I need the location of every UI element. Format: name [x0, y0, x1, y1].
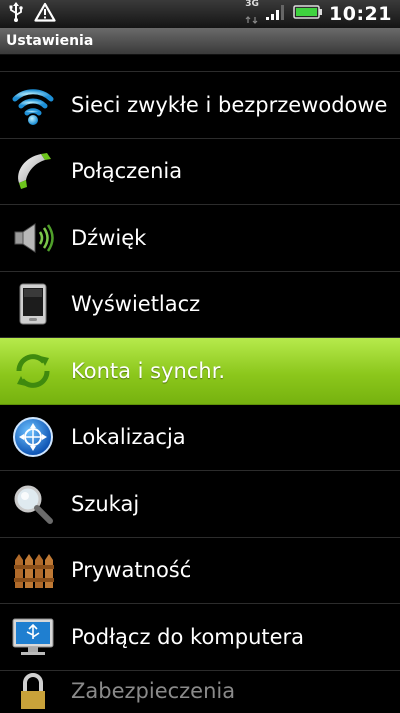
settings-item-security[interactable]: Zabezpieczenia [0, 671, 400, 711]
speaker-icon [11, 216, 55, 260]
network-type-label: 3G [245, 0, 259, 9]
settings-item-label: Szukaj [71, 491, 140, 516]
settings-list: Sieci zwykłe i bezprzewodowe Połączenia [0, 72, 400, 711]
settings-item-connect-to-pc[interactable]: Podłącz do komputera [0, 604, 400, 671]
display-phone-icon [11, 282, 55, 326]
settings-item-label: Wyświetlacz [71, 292, 201, 317]
page-title: Ustawienia [6, 33, 94, 49]
settings-item-location[interactable]: Lokalizacja [0, 405, 400, 471]
sync-icon [11, 349, 55, 393]
settings-item-privacy[interactable]: Prywatność [0, 538, 400, 604]
battery-icon [293, 4, 323, 24]
location-icon [11, 415, 55, 459]
magnifier-icon [11, 482, 55, 526]
settings-item-label: Dźwięk [71, 225, 147, 250]
computer-usb-icon [11, 615, 55, 659]
settings-item-label: Zabezpieczenia [71, 678, 236, 703]
settings-item-calls[interactable]: Połączenia [0, 139, 400, 205]
settings-item-label: Sieci zwykłe i bezprzewodowe [71, 92, 388, 117]
fence-icon [11, 548, 55, 592]
warning-icon [34, 2, 56, 26]
settings-item-label: Połączenia [71, 159, 183, 184]
signal-bars-icon [265, 3, 287, 25]
clock: 10:21 [329, 3, 392, 25]
settings-item-label: Lokalizacja [71, 425, 186, 450]
settings-item-label: Podłącz do komputera [71, 624, 305, 649]
settings-item-wireless-networks[interactable]: Sieci zwykłe i bezprzewodowe [0, 72, 400, 139]
settings-item-sound[interactable]: Dźwięk [0, 205, 400, 272]
title-bar: Ustawienia [0, 28, 400, 55]
settings-item-accounts-sync[interactable]: Konta i synchr. [0, 338, 400, 405]
wifi-icon [11, 83, 55, 127]
status-bar: 3G 10:21 [0, 0, 400, 28]
settings-item-search[interactable]: Szukaj [0, 471, 400, 538]
usb-icon [8, 2, 24, 26]
phone-icon [11, 149, 55, 193]
data-arrows-icon [245, 16, 258, 24]
settings-item-display[interactable]: Wyświetlacz [0, 272, 400, 338]
settings-item-label: Konta i synchr. [71, 358, 226, 383]
network-type-indicator: 3G [245, 0, 259, 28]
settings-item-label: Prywatność [71, 558, 192, 583]
